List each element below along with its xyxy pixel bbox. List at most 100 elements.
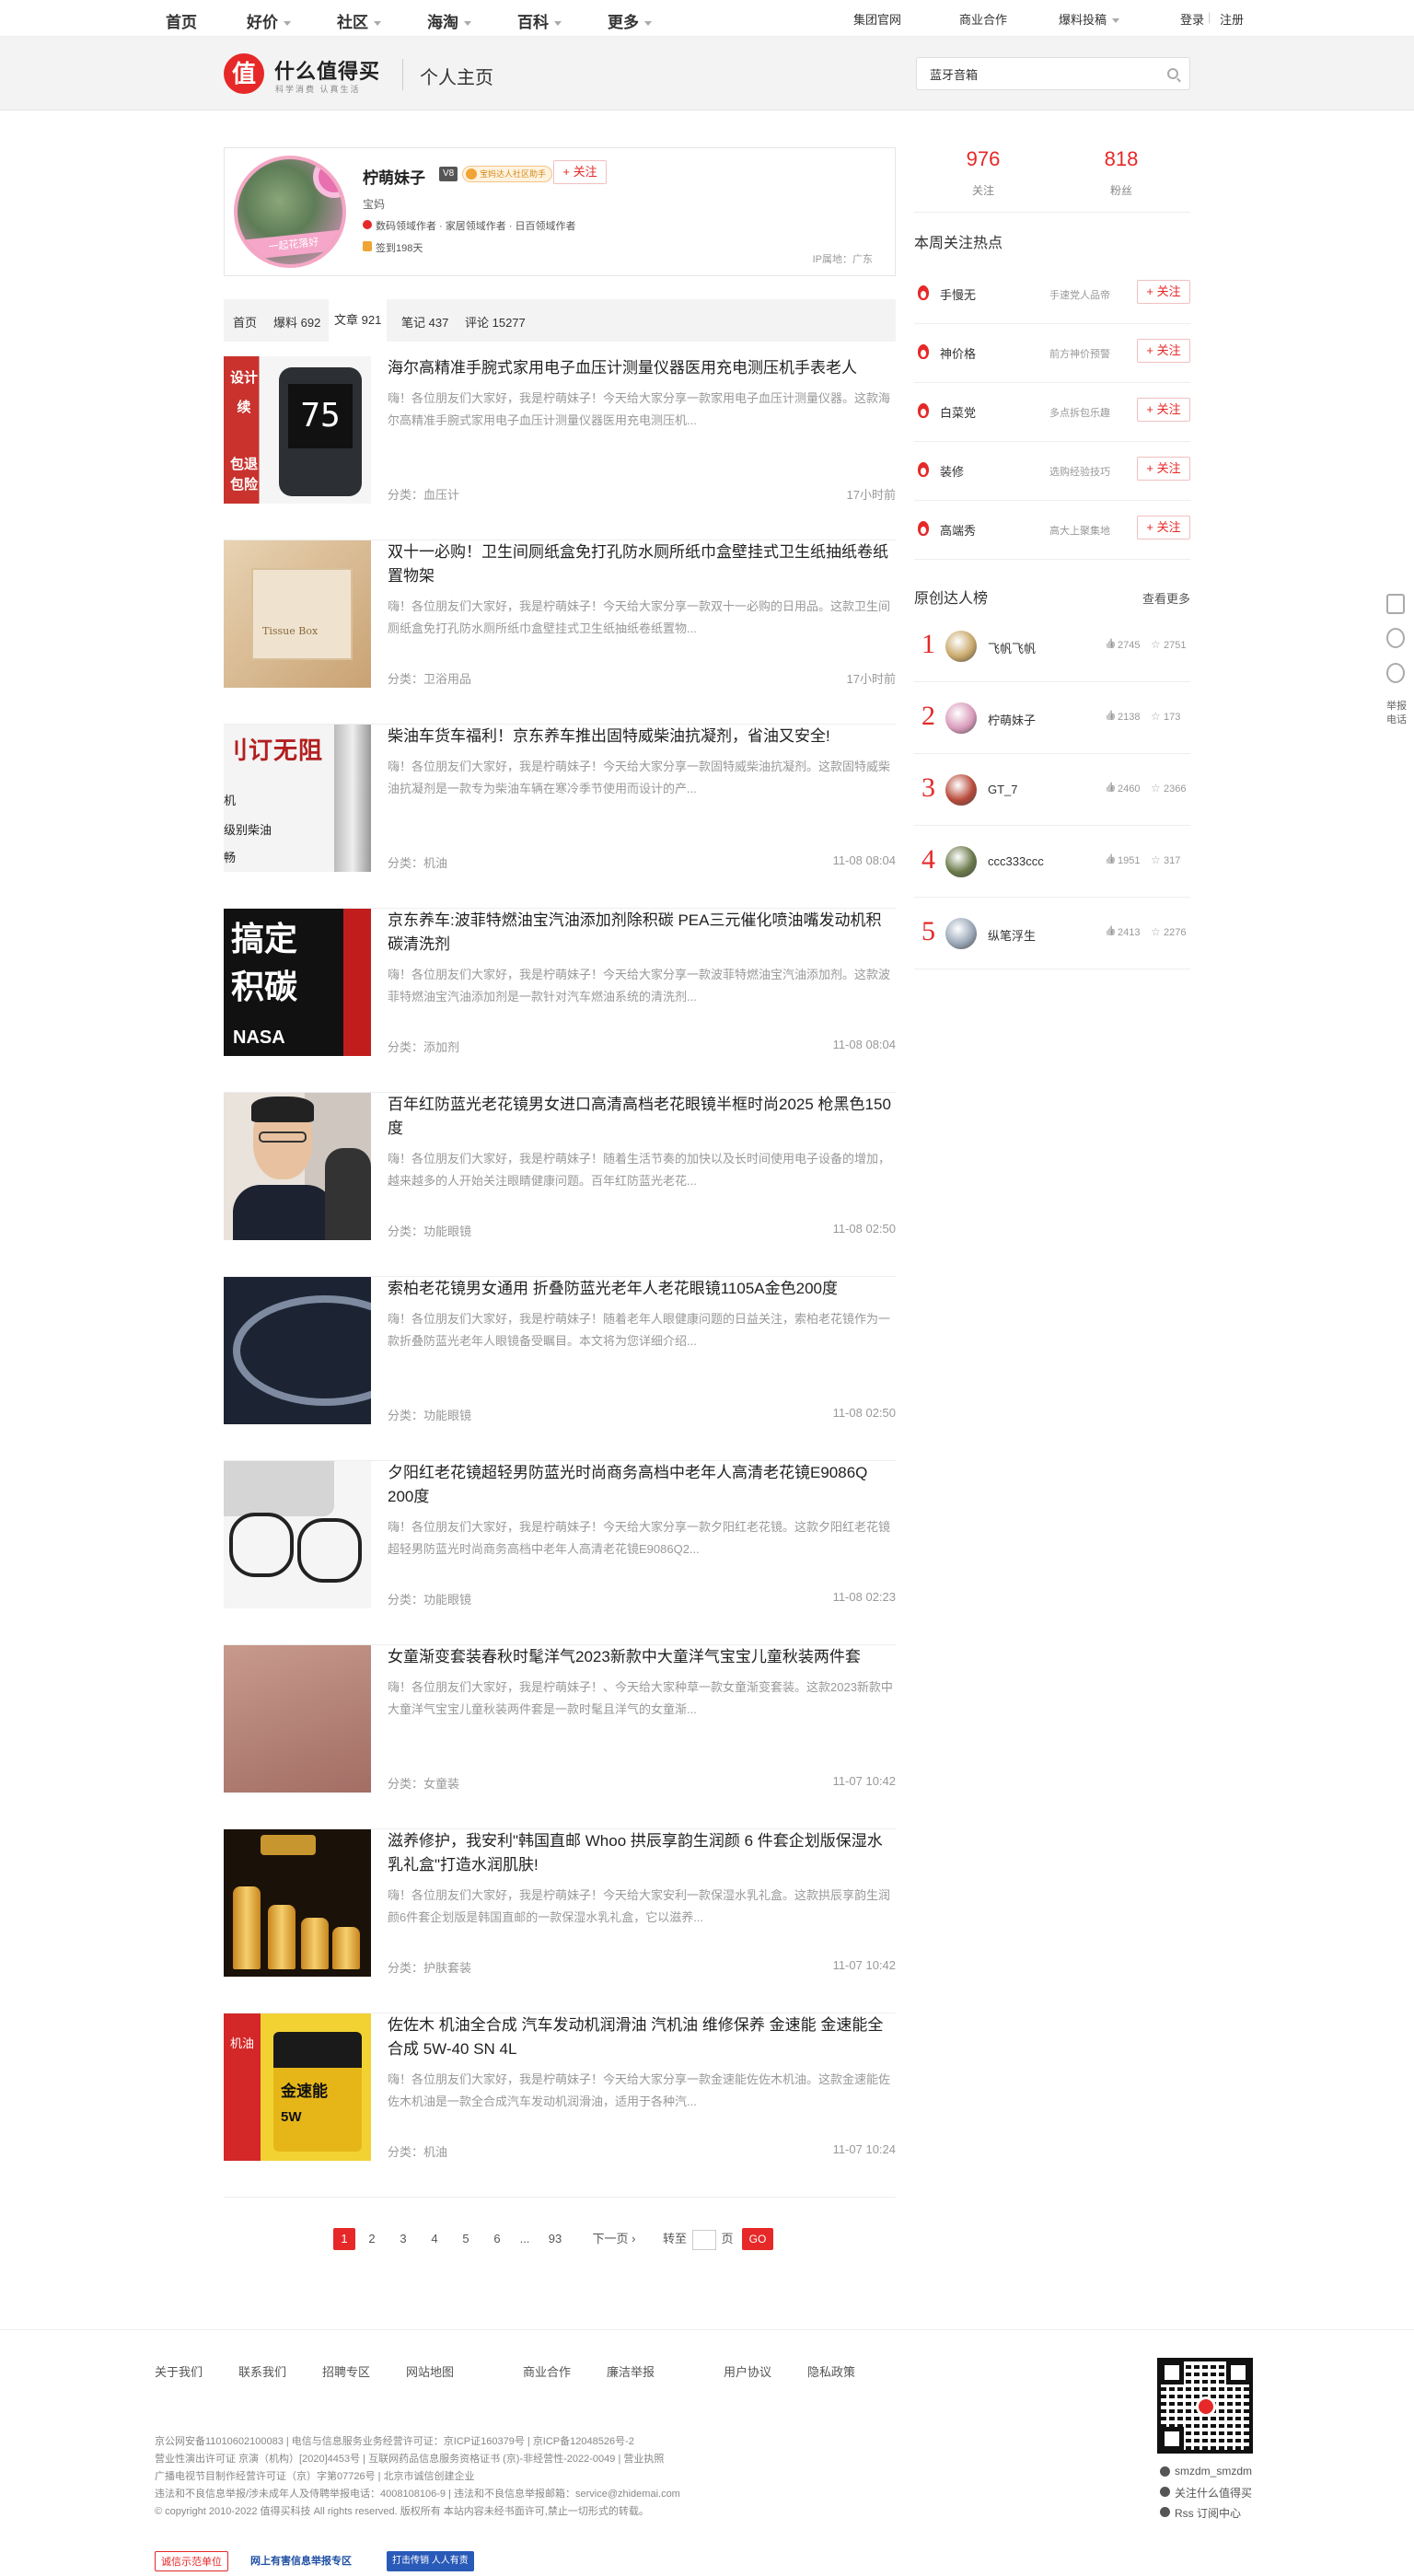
rss-link[interactable]: Rss 订阅中心 bbox=[1160, 2505, 1241, 2521]
logo-icon[interactable]: 值 bbox=[224, 53, 264, 94]
side-tool-doc[interactable] bbox=[1383, 594, 1408, 620]
fans-count[interactable]: 818 bbox=[1052, 147, 1190, 171]
article-title[interactable]: 双十一必购！卫生间厕纸盒免打孔防水厕所纸巾盒壁挂式卫生纸抽纸卷纸置物架 bbox=[388, 540, 896, 588]
hot-topic-name[interactable]: 神价格 bbox=[940, 344, 976, 362]
nav-more[interactable]: 更多 bbox=[608, 9, 652, 32]
report-zone-badge[interactable]: 网上有害信息举报专区 bbox=[245, 2551, 357, 2571]
page-link[interactable]: 4 bbox=[423, 2228, 446, 2250]
article-thumbnail[interactable] bbox=[224, 1461, 371, 1608]
article-title[interactable]: 百年红防蓝光老花镜男女进口高清高档老花眼镜半框时尚2025 枪黑色150度 bbox=[388, 1093, 896, 1141]
article-title[interactable]: 女童渐变套装春秋时髦洋气2023新款中大童洋气宝宝儿童秋装两件套 bbox=[388, 1645, 896, 1669]
nav-wiki[interactable]: 百科 bbox=[517, 9, 562, 32]
footer-link[interactable]: 招聘专区 bbox=[322, 2362, 370, 2380]
article-category[interactable]: 分类：功能眼镜 bbox=[388, 1222, 471, 1239]
article-title[interactable]: 柴油车货车福利！京东养车推出固特威柴油抗凝剂，省油又安全! bbox=[388, 725, 896, 748]
page-link[interactable]: 93 bbox=[541, 2228, 569, 2250]
avatar[interactable] bbox=[945, 846, 977, 877]
page-link[interactable]: 5 bbox=[455, 2228, 477, 2250]
submit-tip-link[interactable]: 爆料投稿 bbox=[1059, 10, 1120, 28]
page-number-input[interactable] bbox=[692, 2230, 716, 2250]
article-category[interactable]: 分类：卫浴用品 bbox=[388, 669, 471, 687]
article-item[interactable]: 设计 续 包退 包险 75 海尔高精准手腕式家用电子血压计测量仪器医用充电测压机… bbox=[224, 356, 896, 540]
honor-badge[interactable]: 宝妈达人社区助手 bbox=[462, 166, 553, 182]
report-phone-label[interactable]: 举报 电话 bbox=[1383, 700, 1410, 727]
article-title[interactable]: 索柏老花镜男女通用 折叠防蓝光老年人老花眼镜1105A金色200度 bbox=[388, 1277, 896, 1301]
article-item[interactable]: 滋养修护，我安利"韩国直邮 Whoo 拱辰享韵生润颜 6 件套企划版保湿水乳礼盒… bbox=[224, 1829, 896, 2013]
article-item[interactable]: 刂订无阻 机 级别柴油 畅 柴油车货车福利！京东养车推出固特威柴油抗凝剂，省油又… bbox=[224, 725, 896, 909]
article-category[interactable]: 分类：血压计 bbox=[388, 485, 459, 503]
article-thumbnail[interactable] bbox=[224, 1829, 371, 1977]
article-thumbnail[interactable] bbox=[224, 1093, 371, 1240]
tab-home[interactable]: 首页 bbox=[233, 313, 257, 331]
tab-articles[interactable]: 文章 921 bbox=[329, 299, 388, 342]
footer-link[interactable]: 关于我们 bbox=[155, 2362, 203, 2380]
ranking-user-name[interactable]: GT_7 bbox=[988, 783, 1018, 796]
next-page-link[interactable]: 下一页 › bbox=[591, 2228, 637, 2250]
nav-haitao[interactable]: 海淘 bbox=[427, 9, 471, 32]
user-name[interactable]: 柠萌妹子 bbox=[363, 165, 425, 188]
article-item[interactable]: 搞定 积碳 NASA 京东养车:波菲特燃油宝汽油添加剂除积碳 PEA三元催化喷油… bbox=[224, 909, 896, 1093]
article-category[interactable]: 分类：机油 bbox=[388, 2142, 447, 2160]
article-title[interactable]: 夕阳红老花镜超轻男防蓝光时尚商务高档中老年人高清老花镜E9086Q 200度 bbox=[388, 1461, 896, 1509]
go-button[interactable]: GO bbox=[742, 2228, 773, 2250]
search-input[interactable] bbox=[917, 58, 1156, 89]
ranking-user-name[interactable]: 柠萌妹子 bbox=[988, 711, 1036, 728]
avatar[interactable] bbox=[945, 918, 977, 949]
article-item[interactable]: Tissue Box 双十一必购！卫生间厕纸盒免打孔防水厕所纸巾盒壁挂式卫生纸抽… bbox=[224, 540, 896, 725]
search-icon[interactable] bbox=[1167, 68, 1178, 79]
follow-topic-button[interactable]: + 关注 bbox=[1137, 398, 1190, 422]
article-thumbnail[interactable]: 刂订无阻 机 级别柴油 畅 bbox=[224, 725, 371, 872]
article-title[interactable]: 海尔高精准手腕式家用电子血压计测量仪器医用充电测压机手表老人 bbox=[388, 356, 896, 380]
ranking-user-name[interactable]: ccc333ccc bbox=[988, 854, 1044, 868]
avatar[interactable] bbox=[945, 702, 977, 734]
nav-home[interactable]: 首页 bbox=[166, 9, 197, 32]
ranking-user-name[interactable]: 纵笔浮生 bbox=[988, 926, 1036, 944]
integrity-badge[interactable]: 诚信示范单位 bbox=[155, 2551, 228, 2571]
article-item[interactable]: 百年红防蓝光老花镜男女进口高清高档老花眼镜半框时尚2025 枪黑色150度 嗨！… bbox=[224, 1093, 896, 1277]
article-item[interactable]: 夕阳红老花镜超轻男防蓝光时尚商务高档中老年人高清老花镜E9086Q 200度 嗨… bbox=[224, 1461, 896, 1645]
nav-deals[interactable]: 好价 bbox=[247, 9, 291, 32]
nav-community[interactable]: 社区 bbox=[337, 9, 381, 32]
hot-topic-name[interactable]: 装修 bbox=[940, 462, 964, 480]
article-category[interactable]: 分类：添加剂 bbox=[388, 1038, 459, 1055]
logo-text[interactable]: 什么值得买 bbox=[274, 55, 380, 85]
register-link[interactable]: 注册 bbox=[1220, 10, 1244, 28]
following-count[interactable]: 976 bbox=[914, 147, 1052, 171]
article-category[interactable]: 分类：机油 bbox=[388, 853, 447, 871]
tab-tips[interactable]: 爆料 692 bbox=[273, 313, 320, 331]
page-link[interactable]: 3 bbox=[392, 2228, 414, 2250]
article-item[interactable]: 机油 金速能 5W 佐佐木 机油全合成 汽车发动机润滑油 汽机油 维修保养 金速能… bbox=[224, 2013, 896, 2198]
footer-link[interactable]: 用户协议 bbox=[724, 2362, 771, 2380]
follow-button[interactable]: + 关注 bbox=[553, 160, 607, 184]
article-title[interactable]: 滋养修护，我安利"韩国直邮 Whoo 拱辰享韵生润颜 6 件套企划版保湿水乳礼盒… bbox=[388, 1829, 896, 1877]
side-tool-report[interactable] bbox=[1383, 663, 1408, 689]
ranking-user-name[interactable]: 飞帆飞帆 bbox=[988, 639, 1036, 656]
article-thumbnail[interactable]: 搞定 积碳 NASA bbox=[224, 909, 371, 1056]
article-thumbnail[interactable]: Tissue Box bbox=[224, 540, 371, 688]
hot-topic-name[interactable]: 手慢无 bbox=[940, 285, 976, 303]
article-category[interactable]: 分类：护肤套装 bbox=[388, 1958, 471, 1976]
article-thumbnail[interactable] bbox=[224, 1645, 371, 1793]
business-link[interactable]: 商业合作 bbox=[959, 10, 1007, 28]
article-item[interactable]: 索柏老花镜男女通用 折叠防蓝光老年人老花眼镜1105A金色200度 嗨！各位朋友… bbox=[224, 1277, 896, 1461]
anti-mlm-badge[interactable]: 打击传销 人人有责 bbox=[387, 2551, 474, 2571]
hot-topic-name[interactable]: 高端秀 bbox=[940, 521, 976, 539]
page-link[interactable]: 1 bbox=[333, 2228, 355, 2250]
follow-topic-button[interactable]: + 关注 bbox=[1137, 457, 1190, 481]
footer-link[interactable]: 联系我们 bbox=[238, 2362, 286, 2380]
article-category[interactable]: 分类：女童装 bbox=[388, 1774, 459, 1792]
article-title[interactable]: 京东养车:波菲特燃油宝汽油添加剂除积碳 PEA三元催化喷油嘴发动机积碳清洗剂 bbox=[388, 909, 896, 957]
article-item[interactable]: 女童渐变套装春秋时髦洋气2023新款中大童洋气宝宝儿童秋装两件套 嗨！各位朋友们… bbox=[224, 1645, 896, 1829]
avatar[interactable] bbox=[945, 774, 977, 806]
follow-topic-button[interactable]: + 关注 bbox=[1137, 516, 1190, 540]
footer-link[interactable]: 廉洁举报 bbox=[607, 2362, 655, 2380]
footer-link[interactable]: 商业合作 bbox=[523, 2362, 571, 2380]
tab-notes[interactable]: 笔记 437 bbox=[401, 313, 448, 331]
footer-link[interactable]: 网站地图 bbox=[406, 2362, 454, 2380]
article-title[interactable]: 佐佐木 机油全合成 汽车发动机润滑油 汽机油 维修保养 金速能 金速能全合成 5… bbox=[388, 2013, 896, 2061]
hot-topic-name[interactable]: 白菜党 bbox=[940, 403, 976, 421]
page-link[interactable]: 2 bbox=[361, 2228, 383, 2250]
follow-topic-button[interactable]: + 关注 bbox=[1137, 280, 1190, 304]
tab-comments[interactable]: 评论 15277 bbox=[465, 313, 526, 331]
page-link[interactable]: 6 bbox=[486, 2228, 508, 2250]
